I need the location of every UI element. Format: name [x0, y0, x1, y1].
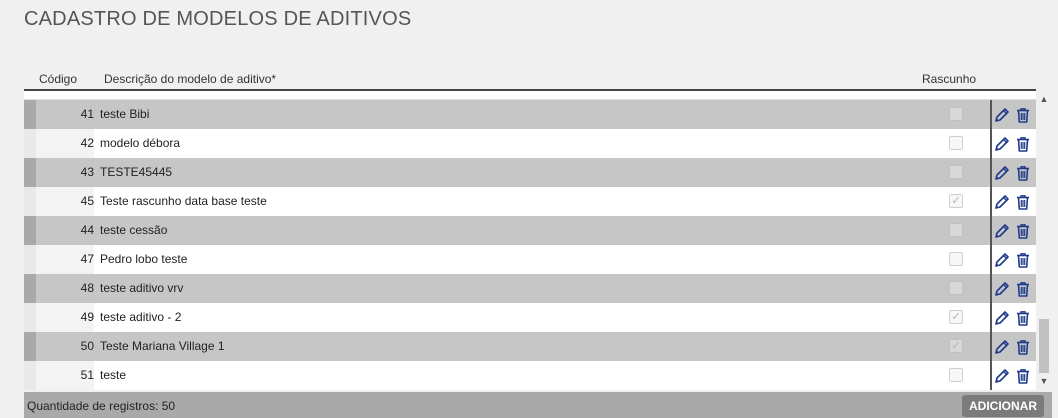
row-code: 42: [36, 129, 94, 158]
column-header-draft[interactable]: Rascunho: [922, 72, 976, 86]
trash-icon[interactable]: [1014, 251, 1032, 269]
row-description: teste: [100, 368, 127, 382]
row-code: 43: [80, 165, 94, 179]
edit-icon[interactable]: [993, 367, 1011, 385]
row-code: 48: [80, 281, 94, 295]
column-header-description[interactable]: Descrição do modelo de aditivo*: [104, 72, 276, 86]
draft-checkbox[interactable]: [949, 223, 963, 237]
edit-icon[interactable]: [993, 106, 1011, 124]
actions-divider: [990, 129, 992, 158]
draft-checkbox[interactable]: [949, 368, 963, 382]
row-code: 41: [80, 107, 94, 121]
table-row[interactable]: 48 teste aditivo vrv: [24, 274, 1036, 303]
trash-icon[interactable]: [1014, 222, 1032, 240]
record-count: Quantidade de registros: 50: [27, 399, 176, 413]
row-code: 45: [36, 187, 94, 216]
row-selector[interactable]: [24, 303, 36, 332]
trash-icon[interactable]: [1014, 106, 1032, 124]
vertical-scrollbar[interactable]: ▲ ▼: [1036, 91, 1052, 390]
edit-icon[interactable]: [993, 164, 1011, 182]
row-description: Teste Mariana Village 1: [100, 339, 225, 353]
actions-divider: [990, 332, 992, 361]
grid-header: Código Descrição do modelo de aditivo* R…: [24, 70, 1036, 90]
table-row[interactable]: 50 Teste Mariana Village 1 ✓: [24, 332, 1036, 361]
partial-row: [24, 91, 1036, 100]
table-rows: 41 teste Bibi 42 modelo débora 43 TESTE45445 4…: [24, 100, 1036, 390]
edit-icon[interactable]: [993, 251, 1011, 269]
row-description: teste aditivo vrv: [100, 281, 184, 295]
edit-icon[interactable]: [993, 338, 1011, 356]
table-row[interactable]: 47 Pedro lobo teste: [24, 245, 1036, 274]
row-selector[interactable]: [24, 100, 36, 129]
row-selector[interactable]: [24, 274, 36, 303]
actions-divider: [990, 274, 992, 303]
trash-icon[interactable]: [1014, 164, 1032, 182]
row-description: teste aditivo - 2: [100, 310, 182, 324]
draft-checkbox[interactable]: ✓: [949, 339, 963, 353]
actions-divider: [990, 245, 992, 274]
trash-icon[interactable]: [1014, 193, 1032, 211]
draft-checkbox[interactable]: ✓: [949, 194, 963, 208]
draft-checkbox[interactable]: ✓: [949, 310, 963, 324]
table-row[interactable]: 51 teste: [24, 361, 1036, 390]
row-selector[interactable]: [24, 245, 36, 274]
actions-divider: [990, 100, 992, 129]
row-selector[interactable]: [24, 129, 36, 158]
trash-icon[interactable]: [1014, 367, 1032, 385]
trash-icon[interactable]: [1014, 338, 1032, 356]
row-description: teste Bibi: [100, 107, 150, 121]
trash-icon[interactable]: [1014, 280, 1032, 298]
edit-icon[interactable]: [993, 193, 1011, 211]
table-row[interactable]: 42 modelo débora: [24, 129, 1036, 158]
scroll-up-icon[interactable]: ▲: [1036, 93, 1052, 105]
row-selector[interactable]: [24, 361, 36, 390]
table-row[interactable]: 45 Teste rascunho data base teste ✓: [24, 187, 1036, 216]
draft-checkbox[interactable]: [949, 165, 963, 179]
row-selector[interactable]: [24, 187, 36, 216]
row-code: 51: [36, 361, 94, 390]
draft-checkbox[interactable]: [949, 252, 963, 266]
scroll-down-icon[interactable]: ▼: [1036, 375, 1052, 387]
table-row[interactable]: 43 TESTE45445: [24, 158, 1036, 187]
column-header-code[interactable]: Código: [39, 72, 77, 86]
row-code: 47: [36, 245, 94, 274]
edit-icon[interactable]: [993, 135, 1011, 153]
actions-divider: [990, 158, 992, 187]
actions-divider: [990, 361, 992, 390]
trash-icon[interactable]: [1014, 309, 1032, 327]
draft-checkbox[interactable]: [949, 281, 963, 295]
row-description: Teste rascunho data base teste: [100, 194, 267, 208]
draft-checkbox[interactable]: [949, 107, 963, 121]
actions-divider: [990, 187, 992, 216]
row-description: modelo débora: [100, 136, 181, 150]
row-code: 44: [80, 223, 94, 237]
edit-icon[interactable]: [993, 309, 1011, 327]
row-selector[interactable]: [24, 158, 36, 187]
row-selector[interactable]: [24, 216, 36, 245]
row-selector[interactable]: [24, 332, 36, 361]
edit-icon[interactable]: [993, 280, 1011, 298]
row-code: 49: [36, 303, 94, 332]
table-row[interactable]: 44 teste cessão: [24, 216, 1036, 245]
actions-divider: [990, 303, 992, 332]
add-button[interactable]: ADICIONAR: [962, 395, 1044, 417]
scroll-thumb[interactable]: [1039, 319, 1049, 373]
row-description: teste cessão: [100, 223, 168, 237]
grid-body: 41 teste Bibi 42 modelo débora 43 TESTE45445 4…: [24, 91, 1036, 390]
draft-checkbox[interactable]: [949, 136, 963, 150]
row-description: Pedro lobo teste: [100, 252, 188, 266]
row-code: 50: [80, 339, 94, 353]
row-description: TESTE45445: [100, 165, 173, 179]
table-row[interactable]: 41 teste Bibi: [24, 100, 1036, 129]
actions-divider: [990, 216, 992, 245]
page-title: CADASTRO DE MODELOS DE ADITIVOS: [24, 8, 412, 30]
edit-icon[interactable]: [993, 222, 1011, 240]
table-row[interactable]: 49 teste aditivo - 2 ✓: [24, 303, 1036, 332]
grid-footer: Quantidade de registros: 50 ADICIONAR: [24, 392, 1052, 418]
trash-icon[interactable]: [1014, 135, 1032, 153]
